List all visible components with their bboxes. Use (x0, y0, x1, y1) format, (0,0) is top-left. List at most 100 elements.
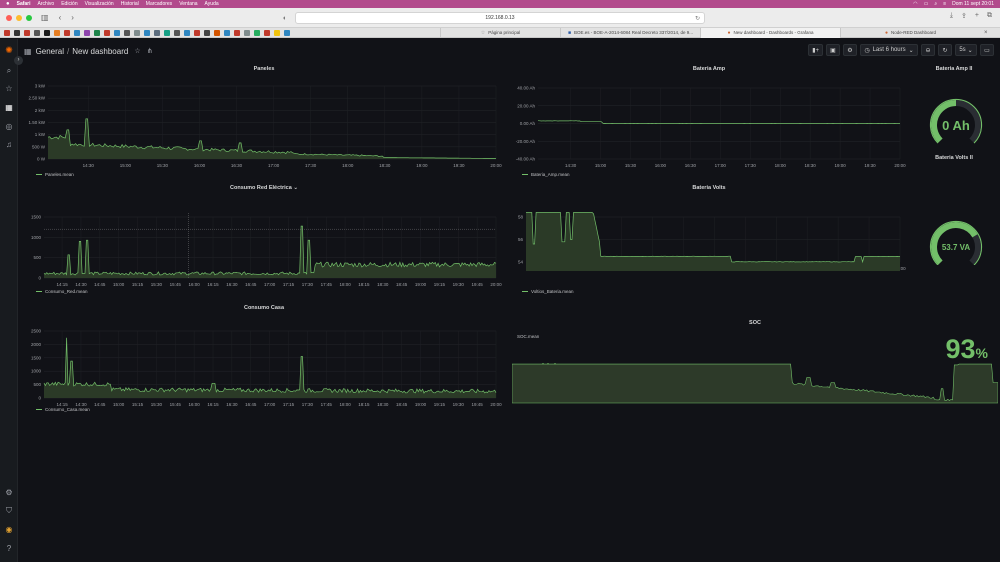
zoom-out-button[interactable]: ⊖ (921, 44, 935, 56)
favorite-site-icon[interactable] (34, 29, 40, 36)
favorite-site-icon[interactable] (54, 29, 60, 36)
starred-icon[interactable]: ☆ (4, 84, 14, 94)
panel-bateria-volts[interactable]: Bateria Volts 58565414:3015:0015:3016:00… (512, 185, 906, 300)
grafana-logo-icon[interactable]: ✺ (4, 45, 14, 55)
panel-consumo-casa[interactable]: Consumo Casa 2500 2000 1500 1000 500 0 14:15 14… (22, 305, 506, 417)
back-icon[interactable]: ‹ (59, 13, 62, 22)
gear-icon[interactable]: ⚙ (4, 488, 14, 498)
panel-soc[interactable]: SOC SOC.mean 93% (512, 320, 998, 410)
menu-ventana[interactable]: Ventana (179, 1, 197, 7)
favorite-site-icon[interactable] (204, 29, 210, 36)
avatar-icon[interactable]: ◉ (4, 525, 14, 535)
tab-overview-icon[interactable]: ⧉ (987, 12, 992, 20)
chevron-right-icon[interactable]: › (14, 56, 23, 65)
dashboards-icon[interactable]: ▦ (4, 103, 14, 113)
search-icon[interactable]: ⌕ (934, 1, 937, 7)
favorite-site-icon[interactable] (144, 29, 150, 36)
favorite-site-icon[interactable] (224, 29, 230, 36)
favorite-site-icon[interactable] (274, 29, 280, 36)
panel-bateria-amp-ii[interactable]: Bateria Amp II 0 Ah (910, 66, 998, 152)
dashboard-settings-button[interactable]: ⚙ (843, 44, 857, 56)
tab-pagina-principal[interactable]: ☆ Página principal (440, 27, 560, 38)
privacy-shield-icon[interactable]: ◖ (282, 15, 286, 22)
forward-icon[interactable]: › (71, 13, 74, 22)
close-icon[interactable]: × (980, 30, 992, 36)
favorite-site-icon[interactable] (104, 29, 110, 36)
breadcrumb-folder[interactable]: General (36, 47, 64, 56)
close-window-button[interactable] (6, 14, 12, 21)
legend-item[interactable]: Bateria_Amp.mean (522, 172, 570, 177)
star-icon[interactable]: ☆ (134, 47, 140, 55)
favorite-site-icon[interactable] (244, 29, 250, 36)
share-icon[interactable]: ⋔ (147, 47, 153, 55)
apple-icon[interactable]: ● (6, 1, 10, 7)
favorite-site-icon[interactable] (74, 29, 80, 36)
search-icon[interactable]: ⌕ (4, 66, 14, 76)
share-icon[interactable]: ⇪ (961, 12, 967, 20)
legend-item[interactable]: Voltios_Bateria.mean (522, 289, 574, 294)
control-center-icon[interactable]: ≡ (943, 1, 946, 7)
panel-bateria-amp[interactable]: Bateria Amp 40.00 Ah 20.00 Ah 0.00 Ah -20.0… (512, 66, 906, 180)
tab-grafana[interactable]: ● New dashboard - Dashboards - Grafana (700, 27, 840, 38)
menubar-clock[interactable]: Dom 11 sept 20:01 (952, 1, 994, 7)
menu-historial[interactable]: Historial (121, 1, 139, 7)
battery-icon[interactable]: ▭ (924, 1, 929, 7)
favorite-site-icon[interactable] (124, 29, 130, 36)
menu-ayuda[interactable]: Ayuda (205, 1, 219, 7)
shield-icon[interactable]: ⛉ (4, 506, 14, 516)
menu-archivo[interactable]: Archivo (38, 1, 55, 7)
new-tab-icon[interactable]: + (975, 12, 979, 20)
help-icon[interactable]: ? (4, 544, 14, 554)
minimize-window-button[interactable] (16, 14, 22, 21)
explore-icon[interactable]: ◎ (4, 122, 14, 132)
favorite-site-icon[interactable] (234, 29, 240, 36)
tv-mode-button[interactable]: ▭ (980, 44, 994, 56)
tab-boe[interactable]: ■ BOE.es - BOE-A-2014-6084 Real Decreto … (560, 27, 700, 38)
legend-item[interactable]: Consumo_Red.mean (36, 289, 88, 294)
add-panel-button[interactable]: ▮+ (808, 44, 823, 56)
favorite-site-icon[interactable] (264, 29, 270, 36)
tab-node-red[interactable]: ● Node-RED Dashboard (840, 27, 980, 38)
download-icon[interactable]: ⤓ (950, 12, 953, 20)
panel-bateria-volts-ii[interactable]: Bateria Volts II 53.7 VA (910, 155, 998, 265)
refresh-button[interactable]: ↻ (938, 44, 952, 56)
menu-visualizacion[interactable]: Visualización (85, 1, 114, 7)
favorite-site-icon[interactable] (84, 29, 90, 36)
address-bar[interactable]: ◖ 192.168.0.13 ↻ (282, 12, 705, 24)
panel-consumo-red[interactable]: Consumo Red Eléctrica ⌄ 1500 1000 500 0 14:1… (22, 185, 506, 300)
favorite-site-icon[interactable] (214, 29, 220, 36)
alerting-icon[interactable]: ♫ (4, 140, 14, 150)
favorite-site-icon[interactable] (284, 29, 290, 36)
legend-item[interactable]: Consumo_Casa.mean (36, 407, 90, 412)
favorite-site-icon[interactable] (254, 29, 260, 36)
menu-edicion[interactable]: Edición (61, 1, 77, 7)
sidebar-toggle-icon[interactable]: ▥ (41, 13, 49, 22)
legend-item[interactable]: Paneles.mean (36, 172, 74, 177)
reload-icon[interactable]: ↻ (695, 15, 700, 22)
favorite-site-icon[interactable] (194, 29, 200, 36)
panel-paneles[interactable]: Paneles 3 kW 2.50 kW 2 kW 1.50 kW 1 kW 500 W0… (22, 66, 506, 180)
favorite-site-icon[interactable] (44, 29, 50, 36)
favorite-site-icon[interactable] (164, 29, 170, 36)
favorite-site-icon[interactable] (4, 29, 10, 36)
favorite-site-icon[interactable] (114, 29, 120, 36)
favorite-site-icon[interactable] (24, 29, 30, 36)
favorite-site-icon[interactable] (64, 29, 70, 36)
breadcrumb-dashboard[interactable]: New dashboard (72, 47, 128, 56)
series-area (526, 212, 900, 271)
favorite-site-icon[interactable] (154, 29, 160, 36)
menu-app[interactable]: Safari (17, 1, 31, 7)
favorite-site-icon[interactable] (174, 29, 180, 36)
favorite-site-icon[interactable] (94, 29, 100, 36)
tab-label: BOE.es - BOE-A-2014-6084 Real Decreto 33… (573, 30, 694, 35)
favorite-site-icon[interactable] (14, 29, 20, 36)
favorite-site-icon[interactable] (134, 29, 140, 36)
favorite-site-icon[interactable] (184, 29, 190, 36)
zoom-window-button[interactable] (26, 14, 32, 21)
wifi-icon[interactable]: ◠ (913, 1, 917, 7)
time-picker-button[interactable]: ◷ Last 6 hours ⌄ (860, 44, 918, 56)
x-tick-label: 19:00 (416, 163, 428, 168)
menu-marcadores[interactable]: Marcadores (146, 1, 172, 7)
refresh-interval-picker[interactable]: 5s ⌄ (955, 44, 977, 56)
save-dashboard-button[interactable]: ▣ (826, 44, 840, 56)
